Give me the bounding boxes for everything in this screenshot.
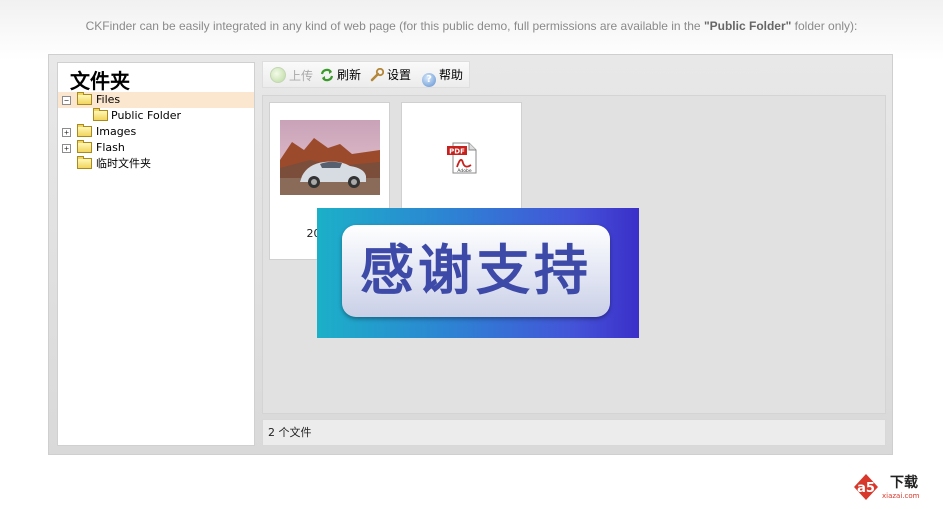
car-thumbnail: [280, 120, 380, 195]
folder-icon: [93, 108, 108, 121]
intro-text-start: CKFinder can be easily integrated in any…: [85, 19, 704, 33]
help-label: 帮助: [439, 68, 464, 82]
tree-item-flash[interactable]: + Flash: [58, 140, 254, 156]
expand-icon[interactable]: +: [62, 128, 71, 137]
help-icon: ?: [422, 73, 436, 87]
open-folder-icon: [77, 92, 92, 105]
intro-text: CKFinder can be easily integrated in any…: [0, 19, 943, 33]
tree-item-public-folder[interactable]: Public Folder: [58, 108, 254, 124]
banner-text: 感谢支持: [360, 239, 592, 302]
pdf-badge-text: PDF: [449, 148, 465, 156]
pdf-file-icon: PDF Adobe: [445, 141, 479, 175]
folders-panel: 文件夹 − Files Public Folder + Images + Fla…: [57, 62, 255, 446]
thanks-banner: 感谢支持: [317, 208, 639, 338]
pdf-vendor-text: Adobe: [457, 168, 471, 174]
tree-item-label: 临时文件夹: [96, 157, 151, 170]
tree-item-label: Images: [96, 125, 137, 138]
site-watermark-logo: a5 下载 xiazai.com: [852, 471, 932, 501]
refresh-icon: [320, 68, 334, 82]
watermark-suffix: 下载: [890, 474, 918, 491]
folder-icon: [77, 124, 92, 137]
refresh-button[interactable]: 刷新: [320, 67, 361, 83]
tree-item-label: Public Folder: [111, 109, 182, 122]
collapse-icon[interactable]: −: [62, 96, 71, 105]
upload-icon: [270, 67, 286, 83]
settings-button[interactable]: 设置: [370, 67, 411, 83]
tree-item-label: Flash: [96, 141, 125, 154]
tree-item-temp-folder[interactable]: 临时文件夹: [58, 156, 254, 172]
refresh-label: 刷新: [337, 68, 362, 82]
expand-icon[interactable]: +: [62, 144, 71, 153]
tree-item-images[interactable]: + Images: [58, 124, 254, 140]
status-bar: 2 个文件: [262, 419, 886, 446]
upload-button[interactable]: 上传: [270, 67, 313, 84]
upload-label: 上传: [289, 69, 314, 83]
settings-label: 设置: [387, 68, 412, 82]
watermark-brand: a5: [857, 481, 875, 496]
folder-tree: − Files Public Folder + Images + Flash 临…: [58, 92, 254, 172]
watermark-domain: xiazai.com: [882, 492, 920, 500]
help-button[interactable]: ? 帮助: [422, 67, 463, 87]
tree-item-files[interactable]: − Files: [58, 92, 254, 108]
folders-panel-title: 文件夹: [70, 69, 130, 93]
intro-text-bold: "Public Folder": [703, 19, 792, 33]
tree-item-label: Files: [96, 93, 121, 106]
wrench-icon: [370, 67, 385, 82]
folder-icon: [77, 140, 92, 153]
intro-text-end: folder only):: [791, 19, 858, 33]
toolbar: 上传 刷新 设置 ? 帮助: [262, 61, 470, 88]
folder-icon: [77, 156, 92, 169]
